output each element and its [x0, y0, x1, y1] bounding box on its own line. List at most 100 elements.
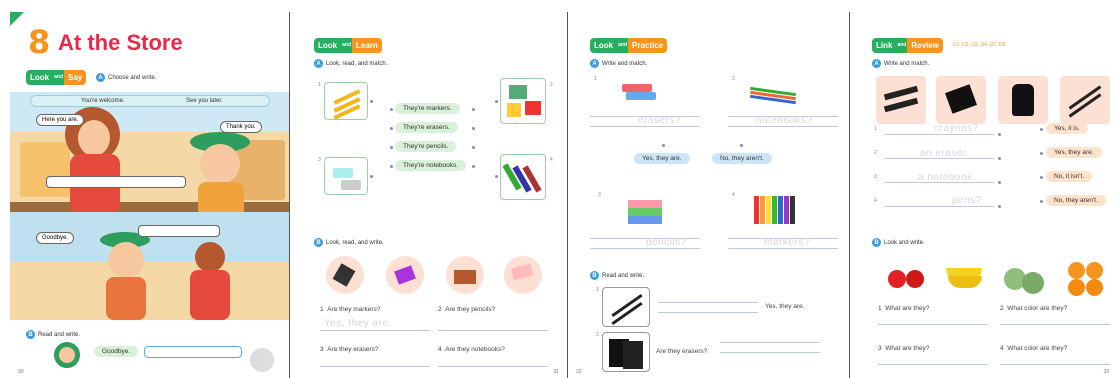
trace-markers: markers?	[764, 237, 810, 248]
phrase-notebooks[interactable]: They're notebooks.	[395, 160, 467, 171]
pens-tile	[1060, 76, 1110, 124]
oranges-image	[1064, 260, 1108, 298]
link-and-review-header: Link and Review	[872, 38, 943, 53]
trace-eraser: an eraser.	[920, 148, 970, 159]
answer-box-1[interactable]	[46, 176, 186, 188]
phrase-pencils[interactable]: They're pencils.	[395, 141, 457, 152]
section-b-instruction: B Look, read, and write.	[314, 238, 384, 247]
item-number: 2	[874, 150, 877, 156]
page-number: 30	[18, 369, 24, 375]
item-number: 1	[874, 126, 877, 132]
item-number: 2	[596, 332, 599, 338]
item-number: 1	[596, 287, 599, 293]
b-answer-1: Yes, they are.	[765, 303, 805, 310]
question-2: 2 What color are they?	[1000, 305, 1068, 312]
bananas-image	[942, 260, 986, 292]
bottom-bubble: Goodbye.	[94, 346, 139, 357]
notebooks-card	[500, 78, 546, 124]
look-and-say-header: Look and Say	[26, 70, 87, 85]
item-number: 4	[550, 157, 553, 163]
girl-body-2	[106, 277, 146, 320]
markers-image	[752, 196, 798, 226]
item-number: 4	[732, 192, 735, 198]
section-b-instruction: B Read and write.	[590, 271, 644, 280]
question-1: 1 Are they markers?	[320, 306, 381, 313]
speech-bubble-goodbye: Goodbye.	[36, 232, 75, 244]
item-number: 4	[874, 198, 877, 204]
word-bank: You're welcome. See you later.	[30, 95, 270, 107]
girl-thumbnail	[54, 342, 80, 368]
page-number: 31	[553, 369, 559, 375]
black-notebooks-card	[602, 332, 650, 372]
pencils-image	[748, 78, 798, 108]
section-a-instruction: A Write and match.	[872, 59, 929, 68]
item-number: 3	[598, 192, 601, 198]
woman-face	[78, 120, 110, 156]
pencils-card	[324, 82, 368, 120]
apples-image	[888, 266, 928, 290]
item-number: 1	[318, 82, 321, 88]
section-a-instruction: A Choose and write.	[96, 73, 156, 82]
pens-card	[602, 287, 650, 327]
look-and-practice-header: Look and Practice	[590, 38, 668, 53]
trace-erasers: erasers?	[638, 115, 681, 126]
answer-no-it-isnt[interactable]: No, it isn't.	[1046, 171, 1093, 182]
item-number: 2	[732, 76, 735, 82]
page-30: 8 At the Store Look and Say A Choose and…	[10, 12, 290, 378]
page-33: Link and Review U1, U2, U3, U4, U7, U8 A…	[850, 12, 1117, 378]
answer-no-they-arent[interactable]: No, they aren't.	[1046, 195, 1106, 206]
eraser-tile	[936, 76, 986, 124]
trace-notebooks: notebooks?	[756, 115, 813, 126]
trace-notebook: a notebook.	[918, 172, 976, 183]
speech-bubble-thanks: Thank you.	[220, 121, 262, 133]
trace-pens: pens?	[952, 195, 982, 206]
item-number: 3	[874, 174, 877, 180]
erasers-card	[324, 157, 368, 195]
example-answer-trace: Yes, they are.	[324, 318, 392, 329]
unit-title: At the Store	[58, 30, 183, 55]
phrase-markers[interactable]: They're markers.	[395, 103, 460, 114]
look-and-learn-header: Look and Learn	[314, 38, 382, 53]
phrase-erasers[interactable]: They're erasers.	[395, 122, 458, 133]
word-bank-phrase: You're welcome.	[81, 98, 125, 104]
item-number: 3	[318, 157, 321, 163]
answer-box-3[interactable]	[144, 346, 242, 358]
b-question-2: Are they erasers?	[656, 348, 708, 355]
question-4: 4 What color are they?	[1000, 345, 1068, 352]
answer-no[interactable]: No, they aren't.	[712, 153, 772, 164]
answer-yes-it-is[interactable]: Yes, it is.	[1046, 123, 1088, 134]
unit-number: 8	[28, 23, 51, 61]
speech-bubble-here: Here you are.	[36, 114, 85, 126]
girl-face-2	[108, 242, 144, 278]
melons-image	[1004, 262, 1046, 294]
section-b-instruction: B Read and write.	[26, 330, 80, 339]
question-3: 3 What are they?	[878, 345, 930, 352]
page-number: 32	[576, 369, 582, 375]
section-a-instruction: A Write and match.	[590, 59, 647, 68]
markers-card	[500, 154, 546, 200]
question-3: 3 Are they erasers?	[320, 346, 379, 353]
answer-box-2[interactable]	[138, 225, 220, 237]
question-1: 1 What are they?	[878, 305, 930, 312]
corner-flag	[10, 12, 24, 26]
crayons-tile	[876, 76, 926, 124]
page-number: 33	[1103, 369, 1109, 375]
robot-thumbnail	[250, 348, 274, 372]
item-number: 2	[550, 82, 553, 88]
answer-yes-they-are[interactable]: Yes, they are.	[1046, 147, 1102, 158]
item-number: 1	[594, 76, 597, 82]
page-32: Look and Practice A Write and match. 1 e…	[568, 12, 850, 378]
word-bank-phrase: See you later.	[186, 98, 223, 104]
answer-yes[interactable]: Yes, they are.	[634, 153, 690, 164]
girl-face	[200, 144, 240, 184]
question-4: 4 Are they notebooks?	[438, 346, 505, 353]
page-31: Look and Learn A Look, read, and match. …	[290, 12, 568, 378]
section-b-instruction: B Look and write.	[872, 238, 925, 247]
question-2: 2 Are they pencils?	[438, 306, 496, 313]
notebook-tile	[998, 76, 1048, 124]
trace-pencils: pencils?	[646, 237, 687, 248]
trace-crayons: crayons?	[934, 123, 979, 134]
erasers-image	[618, 78, 662, 108]
review-units: U1, U2, U3, U4, U7, U8	[953, 42, 1006, 48]
section-a-instruction: A Look, read, and match.	[314, 59, 387, 68]
